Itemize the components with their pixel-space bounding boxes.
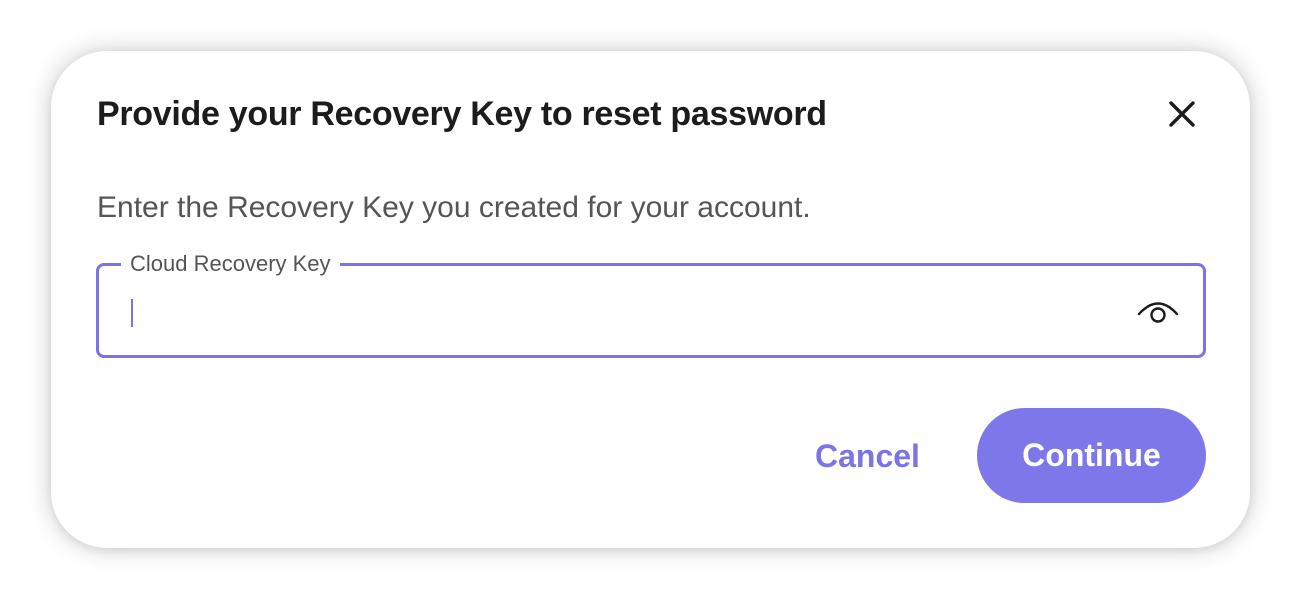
recovery-key-field[interactable]: Cloud Recovery Key bbox=[96, 249, 1206, 358]
cancel-button[interactable]: Cancel bbox=[803, 431, 932, 481]
recovery-key-label: Cloud Recovery Key bbox=[121, 249, 340, 279]
recovery-key-input[interactable] bbox=[129, 288, 1109, 334]
continue-button-label: Continue bbox=[1022, 437, 1161, 473]
dialog-title: Provide your Recovery Key to reset passw… bbox=[97, 95, 827, 133]
modal-backdrop: Provide your Recovery Key to reset passw… bbox=[0, 0, 1302, 600]
dialog-description: Enter the Recovery Key you created for y… bbox=[97, 191, 811, 224]
continue-button[interactable]: Continue bbox=[977, 408, 1206, 503]
eye-icon bbox=[1137, 302, 1179, 323]
show-password-toggle[interactable] bbox=[1135, 292, 1181, 332]
close-icon bbox=[1169, 101, 1195, 127]
text-caret bbox=[131, 299, 133, 327]
recovery-key-dialog: Provide your Recovery Key to reset passw… bbox=[51, 51, 1250, 548]
close-button[interactable] bbox=[1162, 94, 1202, 134]
